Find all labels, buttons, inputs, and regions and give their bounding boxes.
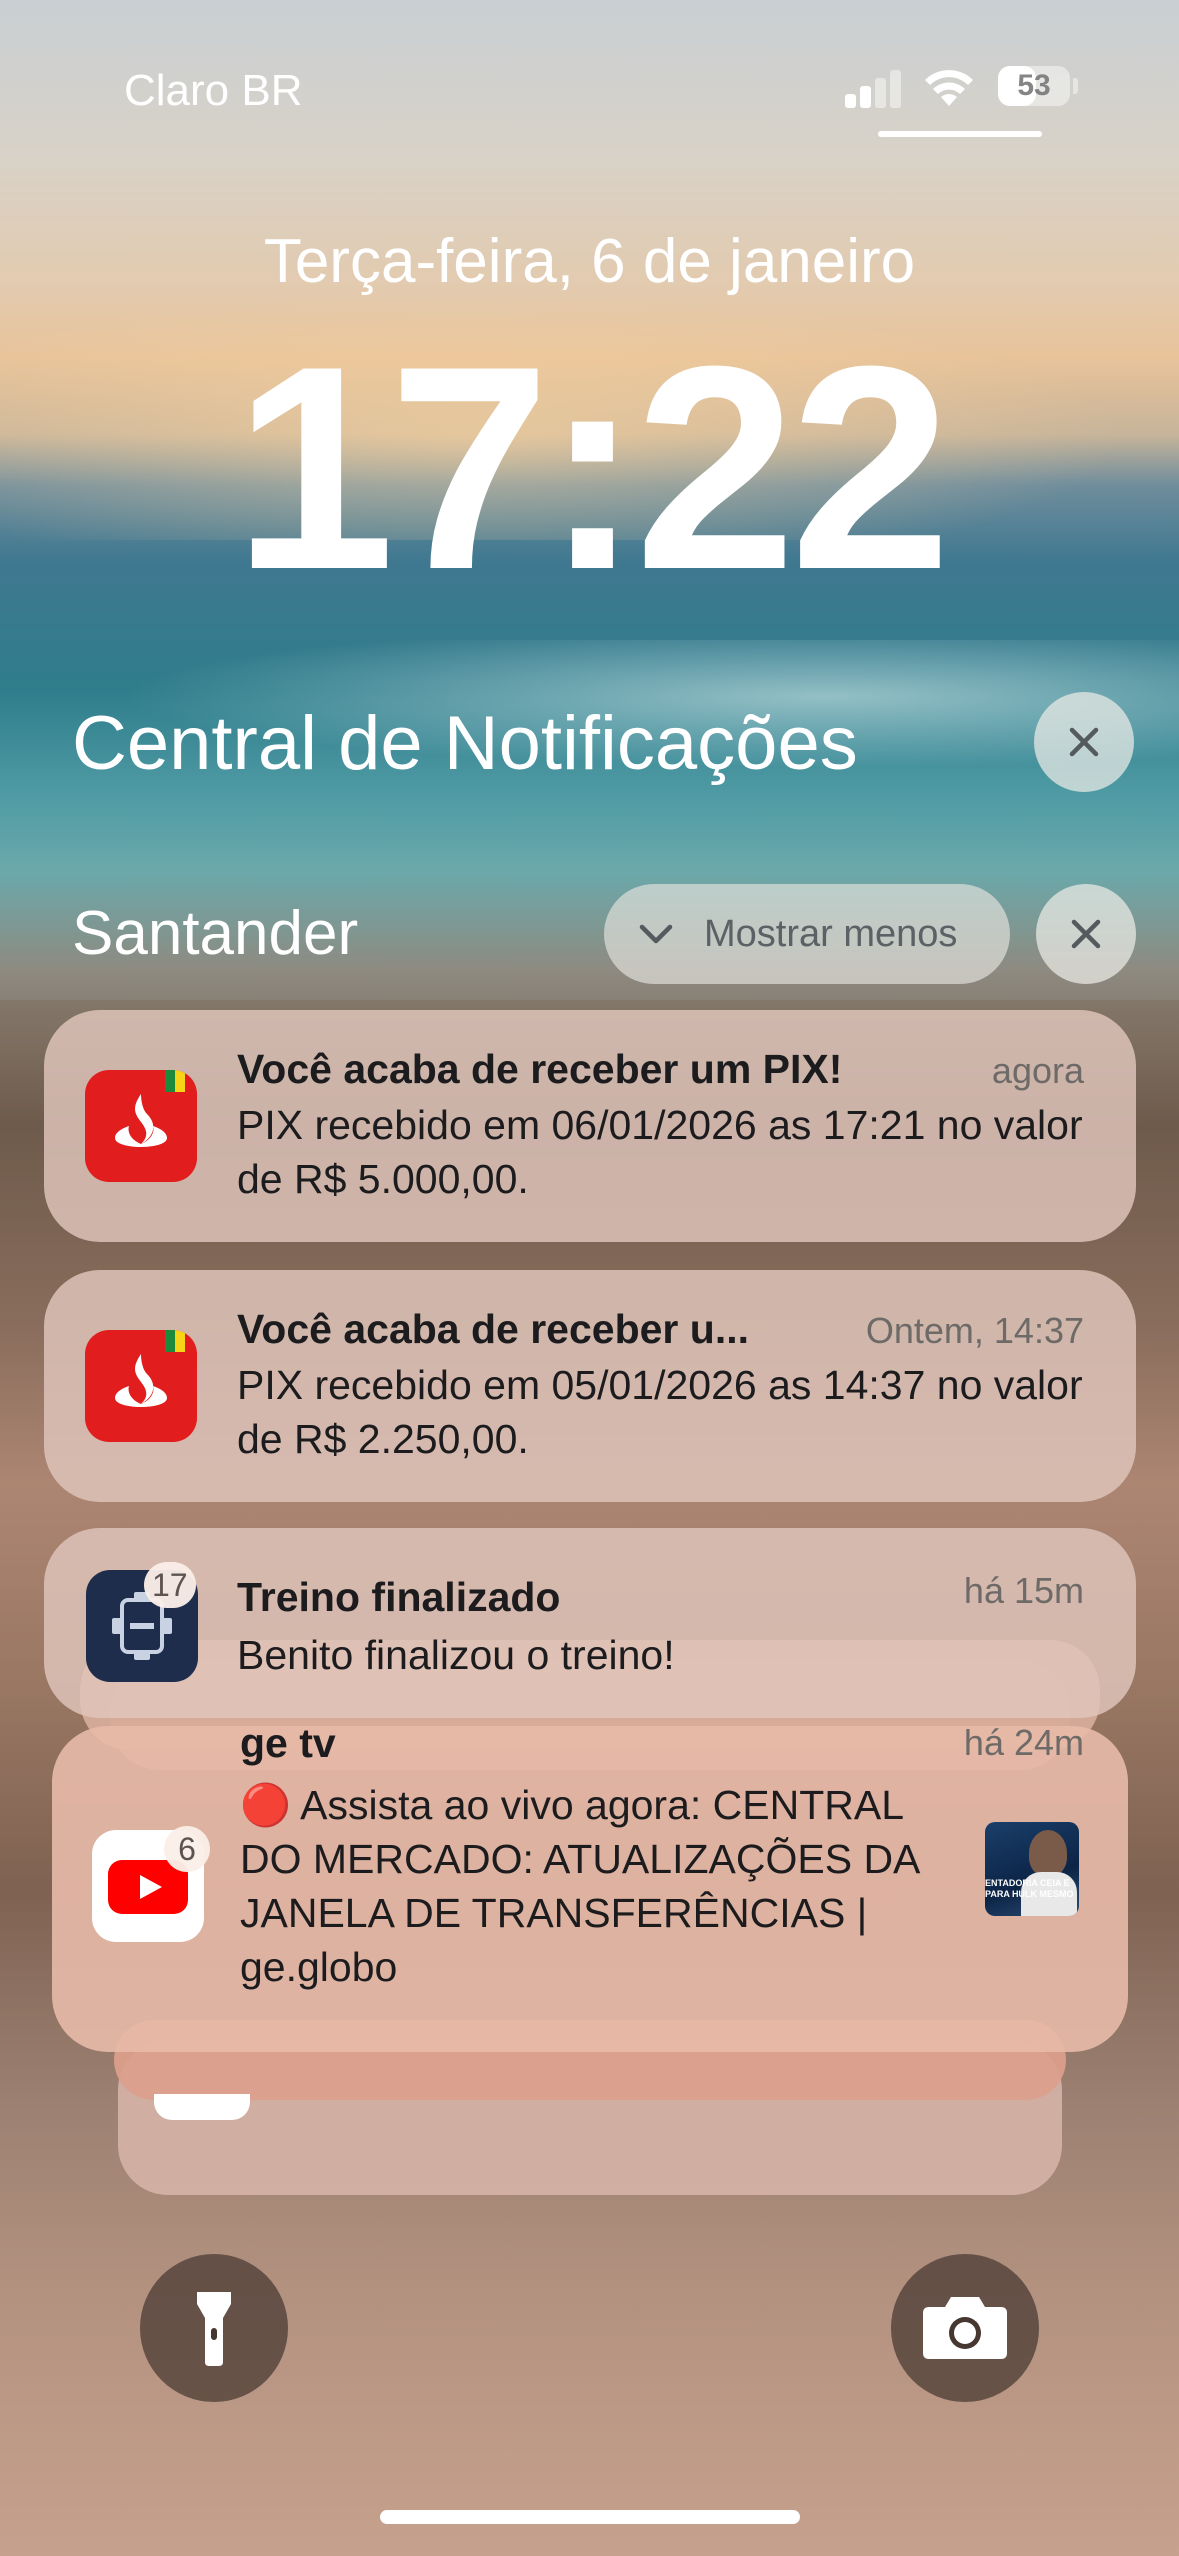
chevron-down-icon bbox=[639, 924, 673, 944]
notification-count-badge: 17 bbox=[144, 1562, 196, 1608]
notification-group-title: Santander bbox=[72, 899, 359, 968]
video-thumbnail: ENTADORIA CEIA E PARA HULK MESMO bbox=[985, 1822, 1079, 1916]
notification-count-badge: 6 bbox=[164, 1826, 210, 1872]
control-center-grabber[interactable] bbox=[878, 131, 1042, 137]
camera-button[interactable] bbox=[891, 2254, 1039, 2402]
notification-title: Você acaba de receber u... bbox=[237, 1306, 749, 1352]
brazil-flag-icon bbox=[165, 1070, 185, 1092]
notification-card[interactable]: 6 ge tv há 24m 🔴 Assista ao vivo agora: … bbox=[52, 1726, 1128, 2052]
notification-time: há 24m bbox=[963, 1726, 1084, 1763]
notification-body: PIX recebido em 06/01/2026 as 17:21 no v… bbox=[237, 1102, 1083, 1202]
notification-body: Benito finalizou o treino! bbox=[237, 1632, 675, 1678]
thumbnail-person bbox=[1029, 1830, 1067, 1876]
close-icon bbox=[1069, 727, 1099, 757]
camera-icon bbox=[923, 2297, 1007, 2359]
cellular-signal-icon bbox=[845, 68, 905, 108]
status-bar: Claro BR 53 bbox=[0, 0, 1179, 140]
carrier-name: Claro BR bbox=[124, 66, 303, 115]
notification-center-title: Central de Notificações bbox=[72, 701, 858, 786]
show-less-label: Mostrar menos bbox=[704, 912, 958, 955]
notification-card[interactable]: 17 Treino finalizado há 15m Benito final… bbox=[44, 1528, 1136, 1718]
home-indicator[interactable] bbox=[380, 2510, 800, 2524]
thumbnail-caption: ENTADORIA CEIA E PARA HULK MESMO bbox=[985, 1878, 1074, 1899]
clear-all-button[interactable] bbox=[1034, 692, 1134, 792]
battery-icon: 53 bbox=[998, 66, 1070, 106]
clear-group-button[interactable] bbox=[1036, 884, 1136, 984]
battery-tip bbox=[1073, 78, 1078, 94]
notification-body: PIX recebido em 05/01/2026 as 14:37 no v… bbox=[237, 1362, 1083, 1462]
santander-flame-icon bbox=[115, 1354, 167, 1407]
flashlight-icon bbox=[197, 2292, 231, 2366]
lock-screen-time: 17:22 bbox=[233, 306, 952, 630]
notification-time: agora bbox=[991, 1050, 1084, 1091]
notification-title: ge tv bbox=[240, 1726, 336, 1766]
notification-card[interactable]: Você acaba de receber um PIX! agora PIX … bbox=[44, 1010, 1136, 1242]
notification-time: há 15m bbox=[963, 1570, 1084, 1611]
lock-screen-date: Terça-feira, 6 de janeiro bbox=[263, 227, 916, 296]
stacked-app-icon-edge bbox=[154, 2094, 250, 2120]
notification-body: 🔴 Assista ao vivo agora: CENTRAL DO MERC… bbox=[240, 1782, 919, 1990]
flashlight-button[interactable] bbox=[140, 2254, 288, 2402]
notification-title: Treino finalizado bbox=[237, 1574, 561, 1620]
battery-percentage: 53 bbox=[1017, 69, 1051, 102]
notification-card[interactable]: Você acaba de receber u... Ontem, 14:37 … bbox=[44, 1270, 1136, 1502]
santander-app-icon bbox=[85, 1330, 197, 1442]
notification-title: Você acaba de receber um PIX! bbox=[237, 1046, 843, 1092]
santander-flame-icon bbox=[115, 1094, 167, 1147]
notification-time: Ontem, 14:37 bbox=[865, 1310, 1084, 1351]
brazil-flag-icon bbox=[165, 1330, 185, 1352]
show-less-button[interactable]: Mostrar menos bbox=[604, 884, 1010, 984]
wifi-icon bbox=[925, 70, 973, 106]
santander-app-icon bbox=[85, 1070, 197, 1182]
close-icon bbox=[1071, 919, 1101, 949]
